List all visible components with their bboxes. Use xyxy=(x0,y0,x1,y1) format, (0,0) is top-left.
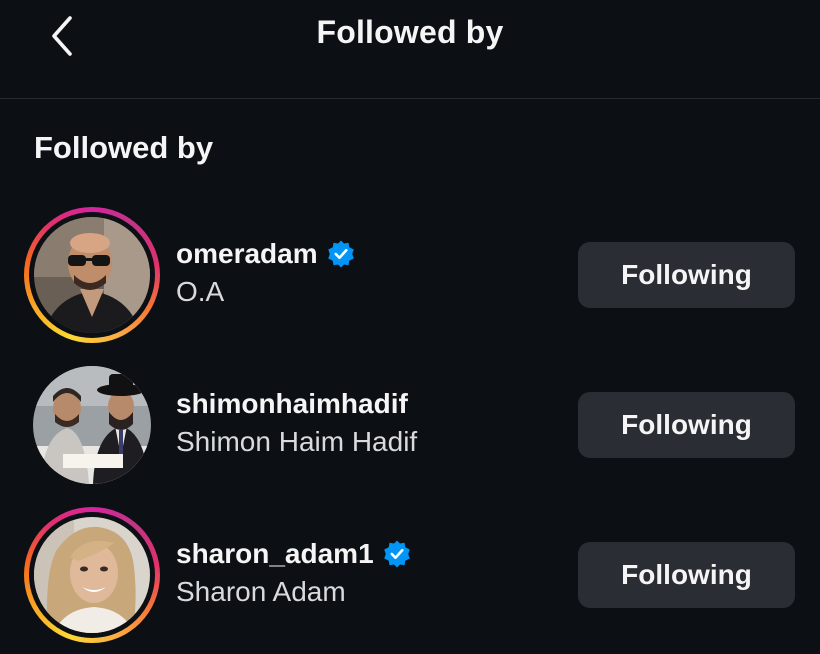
list-item[interactable]: omeradam O.A Following xyxy=(0,200,820,350)
full-name: O.A xyxy=(176,276,225,307)
story-ring[interactable] xyxy=(24,207,160,343)
user-info: shimonhaimhadif Shimon Haim Hadif xyxy=(176,386,417,458)
user-info: omeradam O.A xyxy=(176,236,356,308)
following-button[interactable]: Following xyxy=(578,542,795,608)
verified-badge-icon xyxy=(327,240,354,268)
list-item[interactable]: shimonhaimhadif Shimon Haim Hadif Follow… xyxy=(0,350,820,500)
username[interactable]: omeradam xyxy=(176,238,318,270)
top-bar: Followed by xyxy=(0,0,820,99)
page-title: Followed by xyxy=(316,14,504,50)
story-ring[interactable] xyxy=(24,507,160,643)
following-button[interactable]: Following xyxy=(578,392,795,458)
avatar[interactable] xyxy=(33,366,151,484)
following-button[interactable]: Following xyxy=(578,242,795,308)
username[interactable]: sharon_adam1 xyxy=(176,538,374,570)
avatar-frame xyxy=(24,357,160,493)
full-name: Sharon Adam xyxy=(176,576,346,607)
user-info: sharon_adam1 Sharon Adam xyxy=(176,536,412,608)
username[interactable]: shimonhaimhadif xyxy=(176,388,408,420)
section-title: Followed by xyxy=(34,130,214,165)
avatar[interactable] xyxy=(34,217,150,333)
avatar[interactable] xyxy=(34,517,150,633)
verified-badge-icon xyxy=(383,540,410,568)
list-item[interactable]: sharon_adam1 Sharon Adam Following xyxy=(0,500,820,650)
full-name: Shimon Haim Hadif xyxy=(176,426,418,457)
